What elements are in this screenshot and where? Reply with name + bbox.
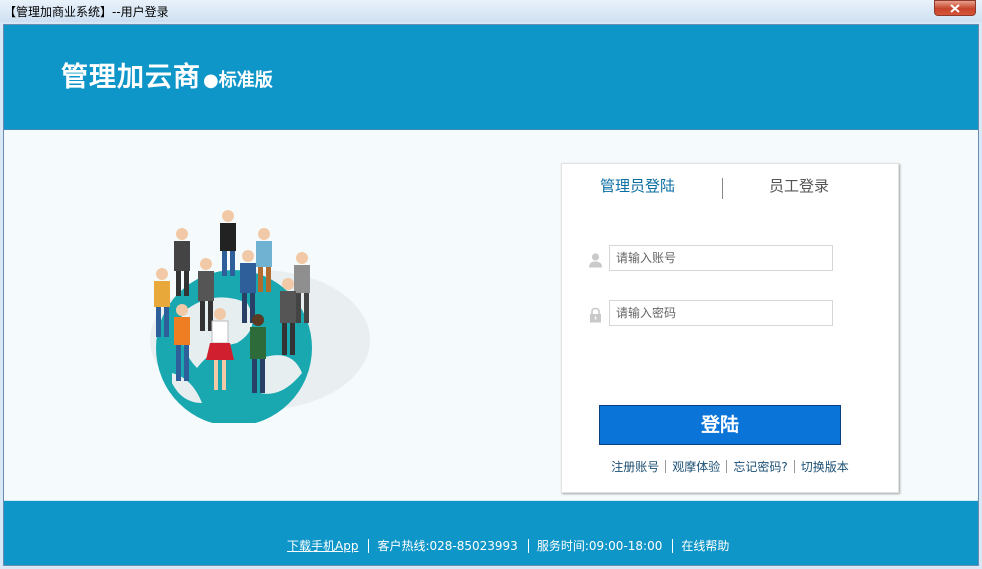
brand-logo: 管理加云商 ●标准版 bbox=[61, 55, 273, 94]
link-separator bbox=[793, 460, 795, 473]
download-app-link[interactable]: 下载手机App bbox=[287, 539, 358, 553]
footer-links: 下载手机App 客户热线:028-85023993 服务时间:09:00-18:00… bbox=[287, 537, 729, 554]
footer-separator bbox=[672, 539, 674, 553]
link-separator bbox=[726, 460, 728, 473]
forgot-password-link[interactable]: 忘记密码? bbox=[733, 460, 787, 474]
footer-separator bbox=[527, 539, 529, 553]
user-icon bbox=[589, 253, 602, 268]
hotline-text: 客户热线:028-85023993 bbox=[377, 539, 518, 553]
password-input[interactable] bbox=[609, 300, 833, 326]
tab-admin-login[interactable]: 管理员登陆 bbox=[600, 175, 675, 196]
main-content: 管理员登陆 员工登录 登陆 注册账号观摩体验忘记密码? 切换版本 bbox=[4, 130, 978, 500]
demo-link[interactable]: 观摩体验 bbox=[672, 460, 720, 474]
window-title: 【管理加商业系统】--用户登录 bbox=[4, 5, 169, 19]
people-globe-illustration bbox=[150, 210, 370, 423]
login-panel: 管理员登陆 员工登录 登陆 注册账号观摩体验忘记密码? 切换版本 bbox=[561, 163, 899, 493]
tab-staff-login[interactable]: 员工登录 bbox=[769, 175, 829, 196]
close-icon bbox=[950, 4, 960, 13]
account-input[interactable] bbox=[609, 245, 833, 271]
close-button[interactable] bbox=[934, 0, 976, 16]
app-frame: 管理加云商 ●标准版 管理员登陆 员工登录 请输入账号 登陆 注册账号 观摩体验… bbox=[3, 24, 979, 566]
tab-divider bbox=[722, 178, 723, 199]
logo-dot: ● bbox=[203, 70, 219, 91]
login-window: 【管理加商业系统】--用户登录 管理加云商 ●标准版 管理员登陆 员工登录 请输… bbox=[0, 0, 982, 569]
header-banner: 管理加云商 ●标准版 bbox=[4, 25, 978, 130]
service-hours-text: 服务时间:09:00-18:00 bbox=[536, 539, 663, 553]
link-separator bbox=[665, 460, 667, 473]
switch-version-link[interactable]: 切换版本 bbox=[801, 460, 849, 474]
login-links: 注册账号 观摩体验 忘记密码? 切换版本 bbox=[562, 458, 898, 475]
footer-bar: 下载手机App 客户热线:028-85023993 服务时间:09:00-18:00… bbox=[4, 501, 978, 565]
brand-name: 管理加云商 bbox=[61, 62, 201, 93]
footer-separator bbox=[368, 539, 370, 553]
edition-label: 标准版 bbox=[218, 70, 273, 91]
title-bar[interactable]: 【管理加商业系统】--用户登录 bbox=[0, 0, 982, 22]
lock-icon bbox=[590, 307, 601, 323]
login-button[interactable]: 登陆 bbox=[599, 405, 841, 445]
register-link[interactable]: 注册账号 bbox=[611, 460, 659, 474]
online-help-link[interactable]: 在线帮助 bbox=[681, 539, 729, 553]
